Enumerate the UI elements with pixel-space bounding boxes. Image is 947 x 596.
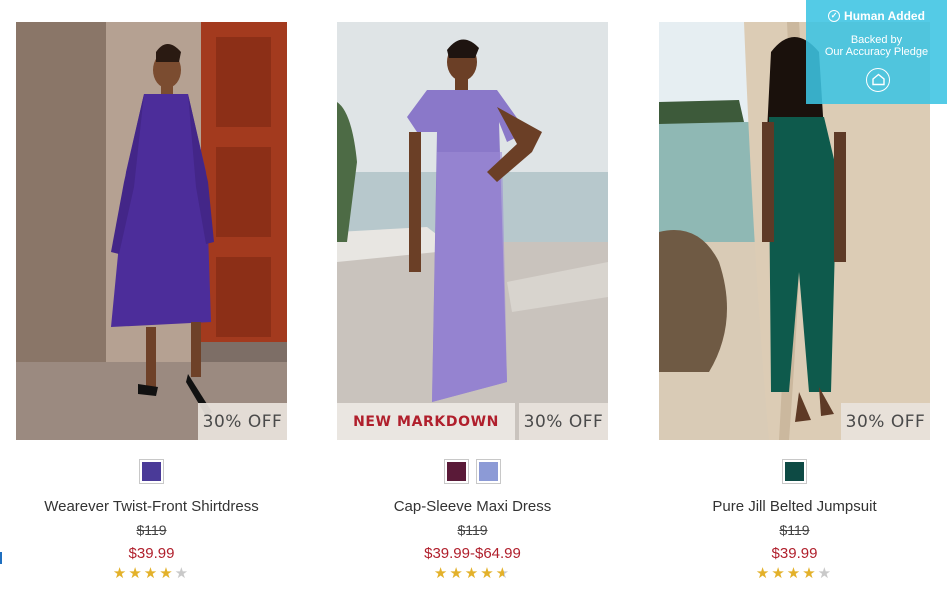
product-image[interactable]: 30% OFF [16,22,287,440]
discount-badge: 30% OFF [841,403,930,440]
color-swatch[interactable] [476,459,501,484]
swatch-fill [142,462,161,481]
product-card[interactable]: 30% OFF Wearever Twist-Front Shirtdress … [16,22,287,582]
human-added-title: ✓ Human Added [806,9,947,23]
rating-stars: ★★★★★ [16,565,287,583]
pledge-line-2: Our Accuracy Pledge [824,46,929,58]
star-icon: ★ [786,565,803,582]
human-added-label: Human Added [844,9,925,23]
product-title[interactable]: Cap-Sleeve Maxi Dress [337,498,608,515]
star-icon: ★ [128,565,144,582]
accuracy-pledge-text: Backed by Our Accuracy Pledge [806,34,947,58]
color-swatch[interactable] [444,459,469,484]
pledge-line-1: Backed by [850,34,903,46]
color-swatches [337,459,608,484]
star-icon: ★ [817,565,834,582]
star-icon: ★ [112,565,129,582]
star-icon: ★ [771,565,787,582]
star-icon: ★ [159,565,175,582]
original-price: $119 [779,522,810,538]
star-icon: ★ [433,565,450,582]
product-card[interactable]: NEW MARKDOWN 30% OFF Cap-Sleeve Maxi Dre… [337,22,608,582]
color-swatch[interactable] [139,459,164,484]
sale-price: $39.99 [771,545,818,562]
markdown-badge: NEW MARKDOWN [337,403,515,440]
discount-badge: 30% OFF [198,403,287,440]
scroll-edge-indicator [0,552,2,564]
star-icon: ★ [802,565,818,582]
product-image[interactable]: NEW MARKDOWN 30% OFF [337,22,608,440]
sale-price: $39.99-$64.99 [424,545,521,562]
human-added-badge[interactable]: ✓ Human Added Backed by Our Accuracy Ple… [806,0,947,104]
original-price: $119 [457,522,488,538]
rating-stars: ★★★★★ [337,565,608,583]
star-half-icon: ★ [495,565,512,582]
product-title[interactable]: Pure Jill Belted Jumpsuit [659,498,930,515]
swatch-fill [479,462,498,481]
star-icon: ★ [755,565,772,582]
check-circle-icon: ✓ [828,10,841,22]
star-icon: ★ [174,565,191,582]
star-icon: ★ [449,565,465,582]
star-icon: ★ [143,565,160,582]
discount-badge: 30% OFF [519,403,608,440]
swatch-fill [785,462,804,481]
sale-price: $39.99 [128,545,175,562]
color-swatches [16,459,287,484]
color-swatch[interactable] [782,459,807,484]
color-swatches [659,459,930,484]
product-title[interactable]: Wearever Twist-Front Shirtdress [16,498,287,515]
star-icon: ★ [464,565,481,582]
swatch-fill [447,462,466,481]
original-price: $119 [136,522,167,538]
star-icon: ★ [480,565,496,582]
rating-stars: ★★★★★ [659,565,930,583]
home-shield-icon[interactable] [866,68,890,92]
